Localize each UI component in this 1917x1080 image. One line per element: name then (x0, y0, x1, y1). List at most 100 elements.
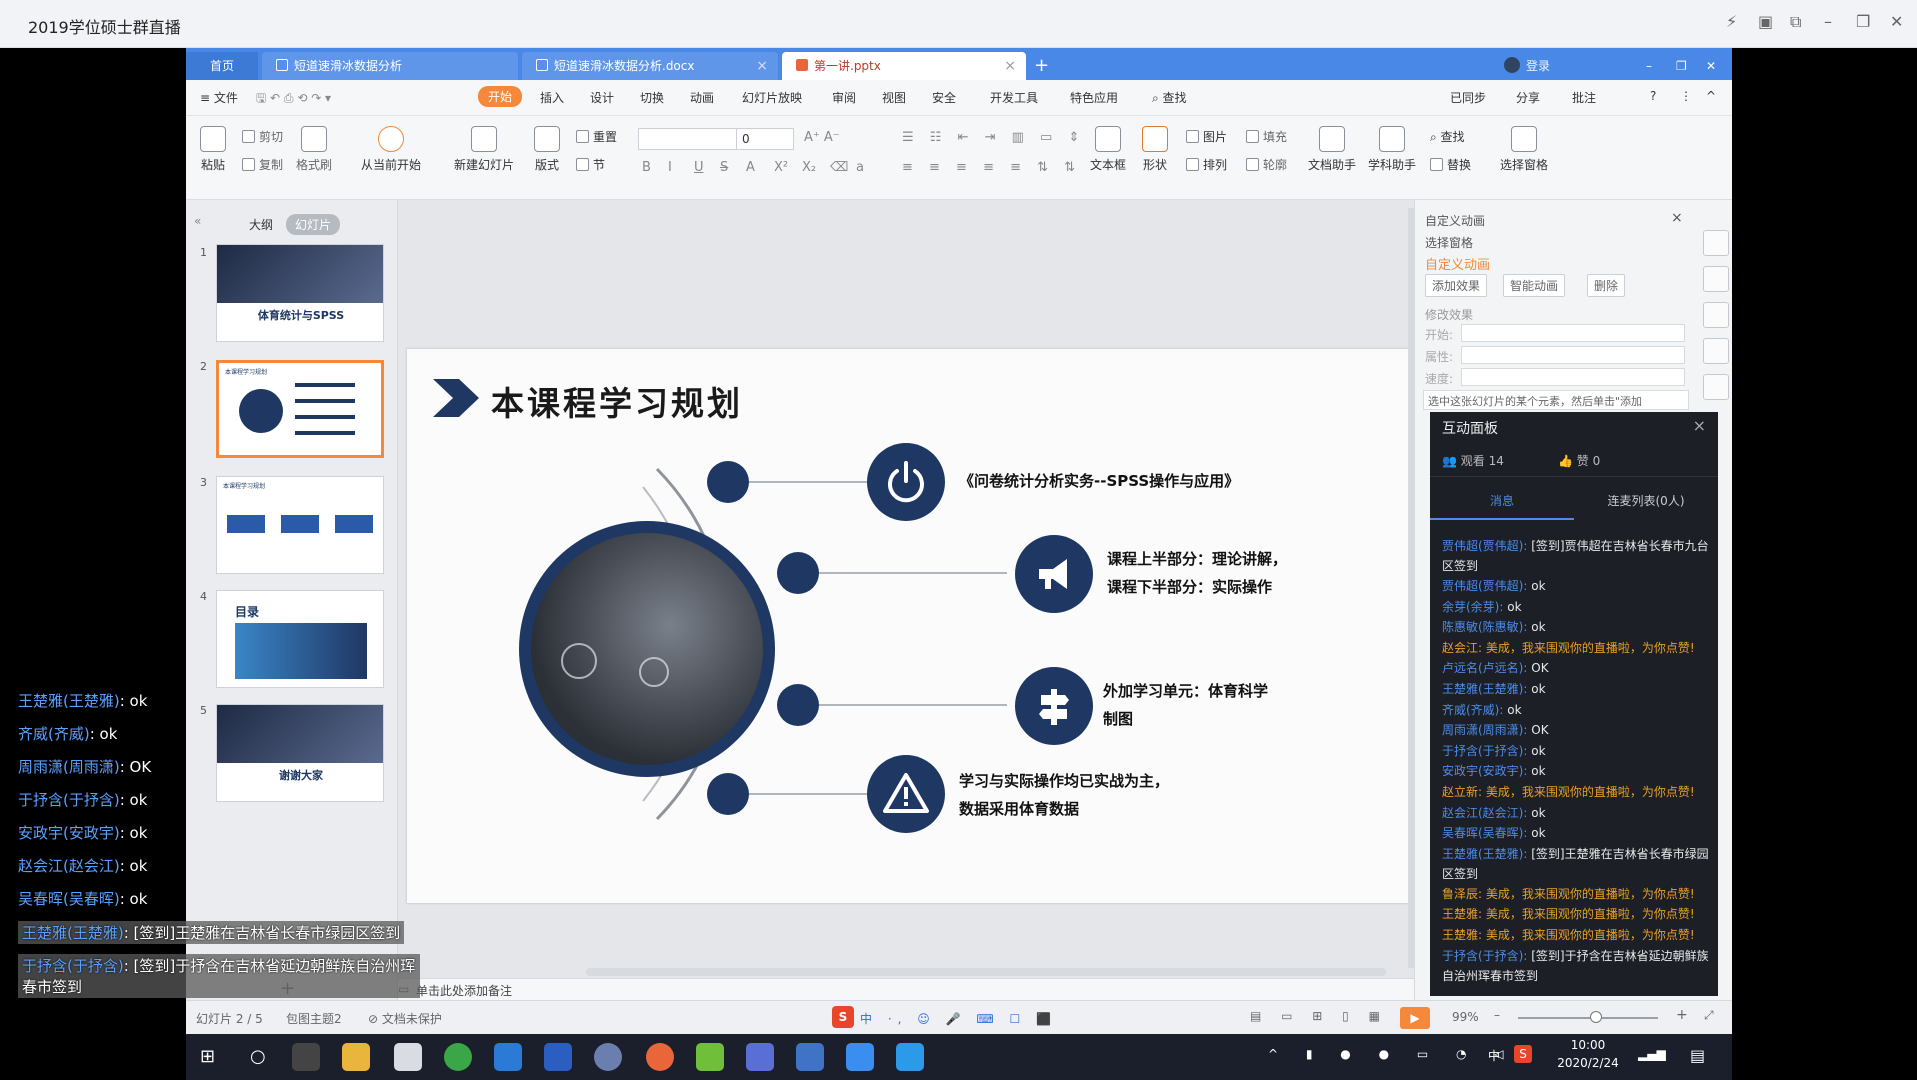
text-effect-button[interactable]: a (856, 160, 864, 175)
chat-sender[interactable]: 贾伟超(贾伟超): (1442, 539, 1527, 553)
new-slide-button[interactable]: 新建幻灯片 (448, 126, 520, 173)
explorer-icon[interactable] (342, 1043, 370, 1071)
menu-view[interactable]: 视图 (882, 89, 906, 106)
section-button[interactable]: 节 (576, 156, 605, 173)
chat-sender[interactable]: 王楚雅: (1442, 907, 1482, 921)
chat-sender[interactable]: 吴春晖(吴春晖): (1442, 826, 1527, 840)
italic-button[interactable]: I (668, 160, 672, 175)
tab-messages[interactable]: 消息 (1430, 492, 1574, 509)
chat-sender[interactable]: 周雨潇(周雨潇): (1442, 723, 1527, 737)
protect-status[interactable]: ⊘ 文档未保护 (368, 1010, 442, 1027)
firefox-icon[interactable] (646, 1043, 674, 1071)
find-button[interactable]: ⌕ 查找 (1430, 128, 1465, 145)
tab-slides[interactable]: 幻灯片 (286, 214, 341, 235)
mail-icon[interactable] (394, 1043, 422, 1071)
clock-date[interactable]: 2020/2/24 (1552, 1056, 1624, 1070)
new-tab-button[interactable]: + (1034, 52, 1049, 80)
pane-header[interactable]: 自定义动画 (1425, 212, 1485, 229)
maximize-button[interactable]: ❐ (1856, 12, 1870, 31)
menu-animation[interactable]: 动画 (690, 89, 714, 106)
fill-button[interactable]: 填充 (1246, 128, 1287, 145)
font-name-input[interactable] (638, 128, 738, 150)
close-icon[interactable]: × (1693, 416, 1706, 435)
zoom-out-button[interactable]: – (1494, 1008, 1500, 1022)
tab-outline[interactable]: 大纲 (240, 214, 282, 235)
app-icon[interactable] (796, 1043, 824, 1071)
underline-button[interactable]: U (694, 160, 704, 175)
chat-sender[interactable]: 王楚雅(王楚雅): (1442, 682, 1527, 696)
wps-close[interactable]: ✕ (1706, 52, 1716, 80)
screen-icon[interactable]: ▣ (1758, 12, 1773, 31)
property-select[interactable] (1461, 346, 1685, 364)
comment-button[interactable]: 批注 (1572, 89, 1596, 106)
layout-button[interactable]: 版式 (532, 126, 562, 173)
paste-button[interactable]: 粘贴 (196, 126, 230, 173)
menu-design[interactable]: 设计 (590, 89, 614, 106)
live-app-icon[interactable] (896, 1043, 924, 1071)
slide-thumb-2[interactable]: 本课程学习规划 (216, 360, 384, 458)
sogou-ime-icon[interactable]: S (832, 1006, 854, 1028)
pycharm-icon[interactable] (696, 1043, 724, 1071)
menu-start[interactable]: 开始 (478, 86, 523, 107)
side-shape-icon[interactable] (1703, 266, 1729, 292)
help-button[interactable]: ? (1650, 89, 1656, 103)
menu-file[interactable]: ≡ 文件 (200, 89, 238, 106)
taskview-icon[interactable] (292, 1043, 320, 1071)
chat-sender[interactable]: 陈惠敏(陈惠敏): (1442, 620, 1527, 634)
play-slideshow-button[interactable]: ▶ (1400, 1007, 1430, 1029)
notification-icon[interactable]: ▤ (1690, 1046, 1705, 1065)
chat-sender[interactable]: 赵立新: (1442, 785, 1482, 799)
close-tab-icon[interactable]: × (1004, 52, 1016, 80)
subscript-button[interactable]: X₂ (802, 160, 816, 175)
copy-button[interactable]: 复制 (242, 156, 283, 173)
shape-button[interactable]: 形状 (1140, 126, 1170, 173)
paragraph-align-icons[interactable]: ≡ ≡ ≡ ≡ ≡ ⇅ ⇅ (902, 160, 1081, 175)
minimize-button[interactable]: – (1824, 12, 1832, 31)
menu-features[interactable]: 特色应用 (1070, 89, 1118, 106)
from-current-button[interactable]: 从当前开始 (356, 126, 426, 173)
menu-review[interactable]: 审阅 (832, 89, 856, 106)
slide-thumb-1[interactable]: 体育统计与SPSS (216, 244, 384, 342)
chat-sender[interactable]: 王楚雅: (1442, 928, 1482, 942)
replace-button[interactable]: 替换 (1430, 156, 1471, 173)
side-settings-icon[interactable] (1703, 374, 1729, 400)
windows-start-icon[interactable]: ⊞ (200, 1046, 215, 1067)
chat-sender[interactable]: 卢远名(卢远名): (1442, 661, 1527, 675)
outline-button[interactable]: 轮廓 (1246, 156, 1287, 173)
bold-button[interactable]: B (642, 160, 651, 175)
strike-button[interactable]: S (720, 160, 728, 175)
chat-sender[interactable]: 赵会江(赵会江): (1442, 806, 1527, 820)
wps-minimize[interactable]: – (1646, 52, 1652, 80)
format-painter-button[interactable]: 格式刷 (294, 126, 334, 173)
slide[interactable]: 本课程学习规划 《问卷统计分析实务--SPSS操作与应用》 课程上半部分：理论讲… (406, 348, 1476, 904)
message-list[interactable]: 贾伟超(贾伟超): [签到]贾伟超在吉林省长春市九台区签到 贾伟超(贾伟超): o… (1430, 536, 1718, 992)
chat-sender[interactable]: 鲁泽辰: (1442, 887, 1482, 901)
zoom-level[interactable]: 99% (1452, 1010, 1479, 1024)
signal-icon[interactable]: ▂▄▆ (1638, 1047, 1666, 1061)
sogou-tray-icon[interactable]: S (1514, 1045, 1532, 1063)
ime-indicator[interactable]: 中 (1488, 1047, 1500, 1064)
notes-bar[interactable]: ▭ 单击此处添加备注 (398, 978, 1414, 1000)
dingtalk-icon[interactable] (846, 1043, 874, 1071)
user-login[interactable]: 登录 (1504, 52, 1550, 80)
tab-pptx[interactable]: 第一讲.pptx × (782, 52, 1026, 80)
chat-sender[interactable]: 王楚雅(王楚雅): (1442, 847, 1527, 861)
chat-sender[interactable]: 赵会江: (1442, 641, 1482, 655)
zoom-slider[interactable] (1518, 1017, 1658, 1019)
cut-button[interactable]: 剪切 (242, 128, 283, 145)
zoom-slider-handle[interactable] (1590, 1011, 1602, 1023)
likes-count[interactable]: 👍 赞 0 (1558, 452, 1600, 469)
tab-doc-2[interactable]: 短道速滑冰数据分析.docx × (522, 52, 778, 80)
close-pane-icon[interactable]: × (1671, 210, 1683, 226)
chat-sender[interactable]: 贾伟超(贾伟超): (1442, 579, 1527, 593)
menu-slideshow[interactable]: 幻灯片放映 (742, 89, 802, 106)
reset-button[interactable]: 重置 (576, 128, 617, 145)
picture-button[interactable]: 图片 (1186, 128, 1227, 145)
clock-time[interactable]: 10:00 (1558, 1038, 1618, 1052)
slide-thumb-4[interactable]: 目录 (216, 590, 384, 688)
clear-format-button[interactable]: ⌫ (830, 160, 848, 175)
sync-status[interactable]: 已同步 (1450, 89, 1486, 106)
ime-toolbar-icons[interactable]: 中 ·, ☺ 🎤 ⌨ ☐ ⬛ (860, 1010, 1057, 1027)
wps-icon[interactable] (746, 1043, 774, 1071)
wps-doc-icon[interactable] (544, 1043, 572, 1071)
